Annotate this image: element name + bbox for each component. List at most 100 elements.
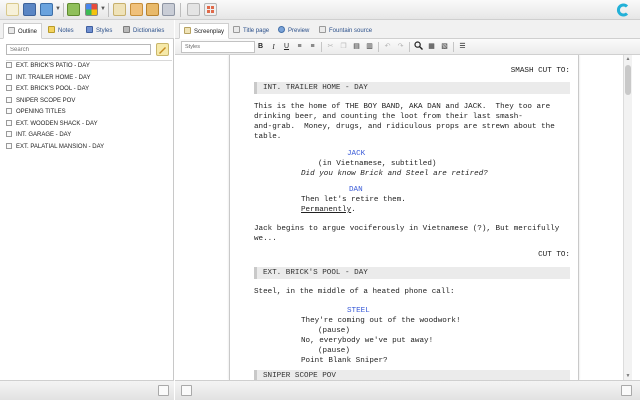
action-text[interactable]: This is the home of THE BOY BAND, AKA DA… bbox=[254, 102, 555, 142]
scene-heading[interactable]: SNIPER SCOPE POV bbox=[254, 370, 570, 380]
google-drive-icon[interactable] bbox=[85, 3, 98, 16]
save-disk-icon[interactable] bbox=[40, 3, 53, 16]
styles-dropdown[interactable]: Styles bbox=[181, 41, 255, 53]
tab-title-page[interactable]: Title page bbox=[229, 23, 273, 39]
print-icon[interactable] bbox=[146, 3, 159, 16]
tab-screenplay[interactable]: Screenplay bbox=[179, 23, 230, 39]
outline-item[interactable]: SNIPER SCOPE POV bbox=[6, 96, 172, 108]
tab-title-page-label: Title page bbox=[243, 28, 270, 34]
find-replace-icon[interactable]: ▦ bbox=[426, 41, 437, 53]
tab-dictionaries[interactable]: Dictionaries bbox=[119, 23, 168, 39]
celtx-logo[interactable] bbox=[616, 3, 630, 17]
paste-icon[interactable]: ▤ bbox=[351, 41, 362, 53]
scroll-down-icon[interactable]: ▼ bbox=[625, 373, 631, 379]
character-name[interactable]: STEEL bbox=[347, 306, 370, 316]
format-toolbar: Styles B I U ≡ ≡ ✂ ❐ ▤ ▥ ↶ ↷ ▦ ▧ ☰ bbox=[175, 39, 640, 55]
scene-checkbox-icon[interactable] bbox=[6, 62, 12, 68]
scene-heading[interactable]: INT. TRAILER HOME - DAY bbox=[254, 82, 570, 94]
scene-checkbox-icon[interactable] bbox=[6, 119, 12, 126]
action-text[interactable]: Jack begins to argue vociferously in Vie… bbox=[254, 224, 559, 244]
fullscreen-icon[interactable] bbox=[621, 385, 632, 396]
outline-item[interactable]: EXT. BRICK'S PATIO - DAY bbox=[6, 61, 172, 73]
redo-icon[interactable]: ↷ bbox=[395, 41, 406, 53]
parenthetical[interactable]: (pause) bbox=[318, 346, 350, 356]
character-name[interactable]: JACK bbox=[347, 149, 365, 159]
dialogue[interactable]: No, everybody we've put away! bbox=[301, 336, 433, 346]
tab-dictionaries-label: Dictionaries bbox=[133, 28, 165, 34]
left-panel: Outline Notes Styles Dictionaries EXT. B… bbox=[0, 20, 174, 400]
edit-mode-icon[interactable] bbox=[181, 385, 192, 396]
underline-button[interactable]: U bbox=[281, 41, 292, 53]
search-input[interactable] bbox=[6, 44, 151, 55]
share-icon[interactable] bbox=[162, 3, 175, 16]
refresh-sync-icon[interactable] bbox=[67, 3, 80, 16]
action-text[interactable]: Steel, in the middle of a heated phone c… bbox=[254, 287, 455, 297]
grid-icon[interactable] bbox=[204, 3, 217, 16]
export-icon[interactable] bbox=[187, 3, 200, 16]
dialogue[interactable]: Point Blank Sniper? bbox=[301, 356, 388, 366]
page-break-icon[interactable]: ☰ bbox=[457, 41, 468, 53]
outline-list: EXT. BRICK'S PATIO - DAY INT. TRAILER HOM… bbox=[6, 60, 172, 390]
editor-scrollbar[interactable]: ▲ ▼ bbox=[623, 55, 632, 380]
bold-button[interactable]: B bbox=[255, 41, 266, 53]
scene-checkbox-icon[interactable] bbox=[6, 142, 12, 149]
toolbar-divider bbox=[321, 42, 322, 52]
book-icon bbox=[123, 26, 130, 33]
copy-icon[interactable]: ❐ bbox=[338, 41, 349, 53]
chevron-down-icon[interactable]: ▼ bbox=[100, 6, 106, 12]
spellcheck-icon[interactable]: ▧ bbox=[439, 41, 450, 53]
scene-checkbox-icon[interactable] bbox=[6, 131, 12, 137]
left-tab-bar: Outline Notes Styles Dictionaries bbox=[0, 20, 174, 39]
scene-checkbox-icon[interactable] bbox=[6, 108, 12, 114]
parenthetical[interactable]: (in Vietnamese, subtitled) bbox=[318, 159, 436, 169]
chevron-down-icon[interactable]: ▼ bbox=[55, 6, 61, 12]
outline-item[interactable]: EXT. BRICK'S POOL - DAY bbox=[6, 84, 172, 96]
outline-item[interactable]: INT. TRAILER HOME - DAY bbox=[6, 73, 172, 85]
outline-item[interactable]: OPENING TITLES bbox=[6, 107, 172, 119]
scene-checkbox-icon[interactable] bbox=[6, 96, 12, 103]
source-icon bbox=[319, 26, 326, 33]
script-page[interactable]: SMASH CUT TO: INT. TRAILER HOME - DAY Th… bbox=[229, 55, 579, 380]
outline-item[interactable]: INT. GARAGE - DAY bbox=[6, 130, 172, 142]
transition-smash-cut[interactable]: SMASH CUT TO: bbox=[254, 66, 570, 76]
scene-heading[interactable]: EXT. BRICK'S POOL - DAY bbox=[254, 267, 570, 279]
new-document-icon[interactable] bbox=[6, 3, 19, 16]
scroll-up-icon[interactable]: ▲ bbox=[625, 56, 631, 62]
outline-item[interactable]: EXT. PALATIAL MANSION - DAY bbox=[6, 142, 172, 154]
outline-search-row bbox=[6, 43, 169, 57]
character-name[interactable]: DAN bbox=[349, 185, 363, 195]
scrollbar-thumb[interactable] bbox=[625, 65, 631, 95]
outline-item[interactable]: EXT. WOODEN SHACK - DAY bbox=[6, 119, 172, 131]
scene-checkbox-icon[interactable] bbox=[6, 85, 12, 91]
dialogue-underlined: Permanently bbox=[301, 206, 352, 214]
cut-icon[interactable]: ✂ bbox=[325, 41, 336, 53]
tab-notes[interactable]: Notes bbox=[44, 23, 78, 39]
tab-fountain-source[interactable]: Fountain source bbox=[315, 23, 376, 39]
parenthetical[interactable]: (pause) bbox=[318, 326, 350, 336]
undo-icon[interactable]: ↶ bbox=[382, 41, 393, 53]
screenplay-icon bbox=[184, 27, 191, 34]
align-center-icon[interactable]: ≡ bbox=[307, 41, 318, 53]
align-left-icon[interactable]: ≡ bbox=[294, 41, 305, 53]
search-icon[interactable] bbox=[413, 41, 424, 53]
tab-preview[interactable]: Preview bbox=[274, 23, 313, 39]
dialogue[interactable]: Then let's retire them. bbox=[301, 195, 406, 205]
editor-tab-bar: Screenplay Title page Preview Fountain s… bbox=[175, 20, 640, 39]
transition-cut[interactable]: CUT TO: bbox=[254, 250, 570, 260]
upload-icon[interactable] bbox=[130, 3, 143, 16]
dialogue[interactable]: Permanently. bbox=[301, 205, 356, 215]
tab-styles[interactable]: Styles bbox=[82, 23, 116, 39]
scene-checkbox-icon[interactable] bbox=[6, 73, 12, 80]
toolbar-divider bbox=[453, 42, 454, 52]
pencil-icon[interactable] bbox=[156, 43, 169, 56]
italic-button[interactable]: I bbox=[268, 41, 279, 53]
screenplay-editor[interactable]: SMASH CUT TO: INT. TRAILER HOME - DAY Th… bbox=[175, 55, 640, 380]
cut-icon[interactable] bbox=[113, 3, 126, 16]
paste-special-icon[interactable]: ▥ bbox=[364, 41, 375, 53]
collapse-panel-icon[interactable] bbox=[158, 385, 169, 396]
dialogue[interactable]: They're coming out of the woodwork! bbox=[301, 316, 461, 326]
dialogue[interactable]: Did you know Brick and Steel are retired… bbox=[301, 169, 488, 179]
outline-item-label: SNIPER SCOPE POV bbox=[16, 97, 76, 104]
tab-outline[interactable]: Outline bbox=[3, 23, 43, 39]
open-folder-icon[interactable] bbox=[23, 3, 36, 16]
